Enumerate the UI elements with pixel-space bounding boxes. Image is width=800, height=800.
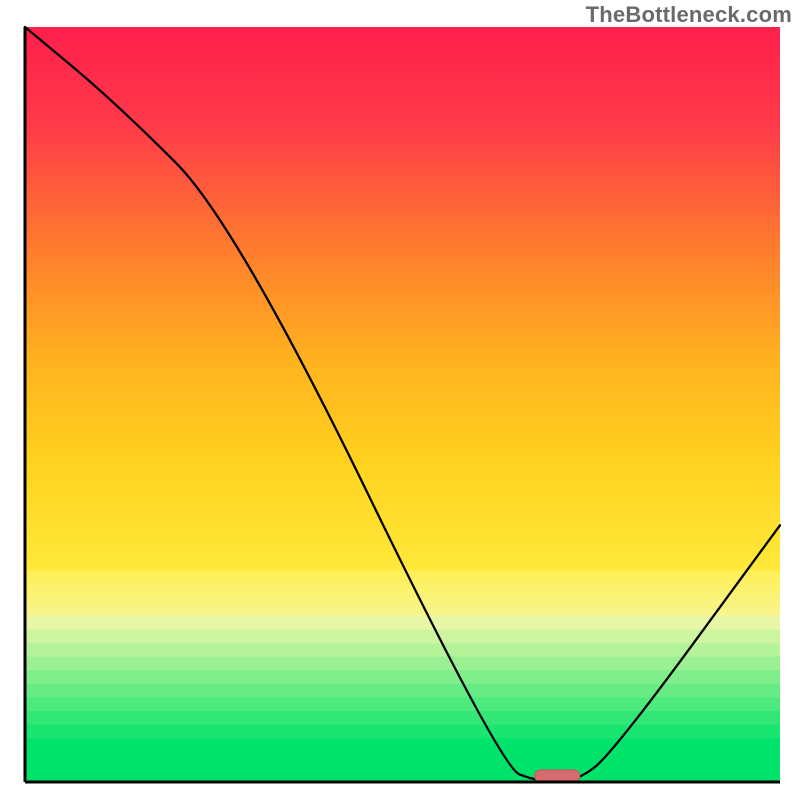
bg-banded-stripe <box>25 657 780 671</box>
watermark-text: TheBottleneck.com <box>586 2 792 28</box>
bg-band-pale <box>25 571 780 616</box>
chart-stage: TheBottleneck.com <box>0 0 800 800</box>
optimum-marker <box>535 770 580 782</box>
bg-banded-green <box>25 616 780 753</box>
plot-area <box>25 27 780 782</box>
bg-solid-green <box>25 752 780 782</box>
bg-banded-stripe <box>25 629 780 643</box>
bg-banded-stripe <box>25 738 780 752</box>
bg-banded-stripe <box>25 616 780 630</box>
bg-banded-stripe <box>25 711 780 725</box>
bg-banded-stripe <box>25 643 780 657</box>
bg-gradient-main <box>25 27 780 571</box>
bg-banded-stripe <box>25 725 780 739</box>
bg-banded-stripe <box>25 697 780 711</box>
bottleneck-chart <box>0 0 800 800</box>
bg-banded-stripe <box>25 670 780 684</box>
bg-banded-stripe <box>25 684 780 698</box>
